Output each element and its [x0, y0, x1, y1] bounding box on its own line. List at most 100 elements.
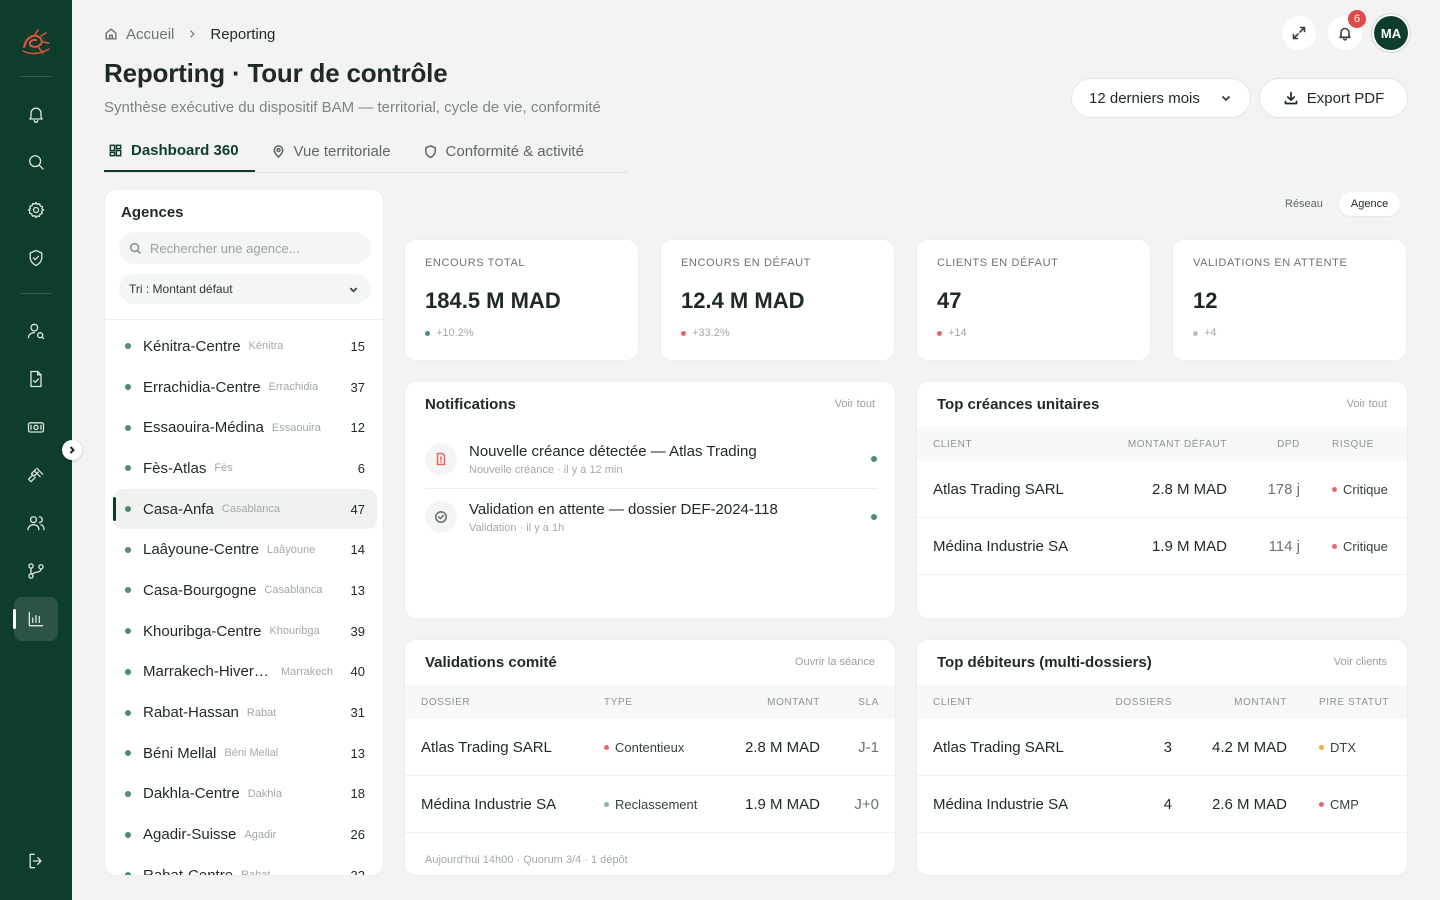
sidebar-item-payments[interactable]	[14, 405, 58, 449]
sidebar-item-workflow[interactable]	[14, 549, 58, 593]
agency-city: Agadir	[244, 828, 277, 841]
sidebar-item-clients[interactable]	[14, 309, 58, 353]
agency-city: Casablanca	[264, 584, 323, 597]
see-all-notifications-link[interactable]: Voir tout	[835, 398, 875, 410]
open-session-link[interactable]: Ouvrir la séance	[795, 656, 875, 668]
risk-badge: Critique	[1332, 482, 1388, 497]
status-label: DTX	[1330, 739, 1356, 755]
agency-city: Rabat	[241, 869, 271, 876]
status-dot	[125, 628, 131, 635]
scope-agency-option[interactable]: Agence	[1338, 191, 1401, 216]
agency-count: 18	[350, 786, 365, 802]
agency-list-item[interactable]: Khouribga-Centre Khouribga 39	[113, 611, 377, 652]
table-row[interactable]: Atlas Trading SARL 3 4.2 M MAD DTX	[917, 719, 1407, 776]
gear-icon	[27, 201, 45, 219]
status-dot	[125, 790, 131, 797]
trend-dot	[937, 330, 942, 336]
sidebar-item-files[interactable]	[14, 357, 58, 401]
status-dot	[125, 587, 131, 594]
table-row[interactable]: Atlas Trading SARL Contentieux 2.8 M MAD…	[405, 719, 895, 776]
sidebar-item-notifications[interactable]	[14, 92, 58, 136]
table-row[interactable]: Médina Industrie SA Reclassement 1.9 M M…	[405, 776, 895, 833]
agency-city: Béni Mellal	[224, 747, 279, 760]
amount: 2.6 M MAD	[1211, 795, 1287, 813]
kpi-card-total-outstanding: Encours total 184.5 M MAD +10.2%	[404, 239, 639, 361]
column-header: Dossiers	[1115, 696, 1172, 708]
sidebar-item-search[interactable]	[14, 140, 58, 184]
agency-list-item[interactable]: Béni Mellal Béni Mellal 13	[113, 733, 377, 774]
agency-name: Agadir-Suisse	[143, 826, 237, 844]
page-title: Reporting · Tour de contrôle	[104, 58, 448, 88]
status-dot	[125, 872, 131, 875]
agency-list-item[interactable]: Fès-Atlas Fès 6	[113, 448, 377, 489]
table-row[interactable]: Médina Industrie SA 4 2.6 M MAD CMP	[917, 776, 1407, 833]
client-name: Atlas Trading SARL	[933, 738, 1064, 756]
sidebar-item-compliance[interactable]	[14, 236, 58, 280]
agency-count: 13	[350, 745, 365, 761]
tab-territorial[interactable]: Vue territoriale	[267, 130, 407, 172]
sidebar-item-logout[interactable]	[14, 839, 58, 883]
brand-logo[interactable]	[18, 24, 54, 60]
sidebar-item-users[interactable]	[14, 501, 58, 545]
export-pdf-button[interactable]: Export PDF	[1259, 78, 1408, 118]
file-name: Médina Industrie SA	[421, 795, 557, 813]
agency-list-item[interactable]: Rabat-Centre Rabat 32	[113, 855, 377, 876]
divider	[105, 319, 383, 320]
agency-list-item[interactable]: Laâyoune-Centre Laâyoune 14	[113, 529, 377, 570]
agency-list-item[interactable]: Agadir-Suisse Agadir 26	[113, 814, 377, 855]
agency-list: Kénitra-Centre Kénitra 15 Errachidia-Centre…	[113, 326, 377, 876]
top-claims-card: Top créances unitaires Voir tout Client …	[916, 381, 1408, 619]
see-all-claims-link[interactable]: Voir tout	[1347, 398, 1387, 410]
agency-list-item[interactable]: Essaouira-Médina Essaouira 12	[113, 407, 377, 448]
status-dot	[125, 424, 131, 431]
agency-list-item[interactable]: Kénitra-Centre Kénitra 15	[113, 326, 377, 367]
table-row[interactable]: Médina Industrie SA 1.9 M MAD 114 j Crit…	[917, 518, 1407, 575]
agency-list-item[interactable]: Rabat-Hassan Rabat 31	[113, 692, 377, 733]
notification-item[interactable]: Validation en attente — dossier DEF-2024…	[425, 488, 877, 546]
sidebar-collapse-toggle[interactable]	[62, 440, 82, 460]
tab-dashboard-360[interactable]: Dashboard 360	[104, 130, 255, 172]
fullscreen-button[interactable]	[1282, 16, 1316, 50]
period-select[interactable]: 12 derniers mois	[1071, 78, 1251, 118]
table-row[interactable]: Atlas Trading SARL 2.8 M MAD 178 j Criti…	[917, 461, 1407, 518]
sidebar-item-legal[interactable]	[14, 453, 58, 497]
kpi-card-default-clients: Clients en défaut 47 +14	[916, 239, 1151, 361]
agency-list-item[interactable]: Errachidia-Centre Errachidia 37	[113, 367, 377, 408]
kpi-value: 184.5 M MAD	[425, 288, 561, 313]
agency-list-item[interactable]: Casa-Anfa Casablanca 47	[113, 488, 377, 530]
sidebar-item-reporting[interactable]	[13, 597, 58, 641]
check-circle-icon	[435, 511, 447, 523]
agency-list-item[interactable]: Marrakech-Hivernage Marrakech 40	[113, 652, 377, 693]
kpi-delta-value: +14	[948, 327, 967, 339]
top-actions: 6 MA	[1282, 10, 1408, 50]
kpi-label: Clients en défaut	[937, 257, 1059, 269]
type-label: Contentieux	[615, 739, 685, 755]
agency-list-item[interactable]: Dakhla-Centre Dakhla 18	[113, 774, 377, 815]
status-dot	[604, 744, 609, 750]
scope-network-option[interactable]: Réseau	[1273, 192, 1335, 216]
kpi-delta: +4	[1193, 327, 1217, 339]
see-clients-link[interactable]: Voir clients	[1334, 656, 1387, 668]
agency-search-input[interactable]	[150, 240, 360, 256]
amount: 4.2 M MAD	[1211, 738, 1287, 756]
gavel-icon	[27, 467, 44, 483]
kpi-card-default-outstanding: Encours en défaut 12.4 M MAD +33.2%	[660, 239, 895, 361]
agency-list-item[interactable]: Casa-Bourgogne Casablanca 13	[113, 570, 377, 611]
agency-city: Fès	[214, 462, 233, 475]
notifications-button[interactable]: 6	[1328, 10, 1366, 50]
sidebar-item-settings[interactable]	[14, 188, 58, 232]
trend-dot	[681, 330, 686, 336]
agency-name: Essaouira-Médina	[143, 419, 264, 437]
git-branch-icon	[28, 563, 44, 579]
status-dot	[125, 343, 131, 350]
notification-item[interactable]: Nouvelle créance détectée — Atlas Tradin…	[425, 430, 877, 488]
status-dot	[125, 831, 131, 838]
notifications-card: Notifications Voir tout Nouvelle créance…	[404, 381, 896, 619]
agency-name: Errachidia-Centre	[143, 378, 261, 396]
agency-sort-select[interactable]: Tri : Montant défaut	[119, 274, 371, 304]
kpi-label: Validations en attente	[1193, 257, 1348, 269]
breadcrumb-home[interactable]: Accueil	[126, 26, 174, 43]
agency-count: 37	[350, 379, 365, 395]
user-avatar[interactable]: MA	[1374, 16, 1408, 50]
tab-compliance[interactable]: Conformité & activité	[419, 130, 600, 172]
